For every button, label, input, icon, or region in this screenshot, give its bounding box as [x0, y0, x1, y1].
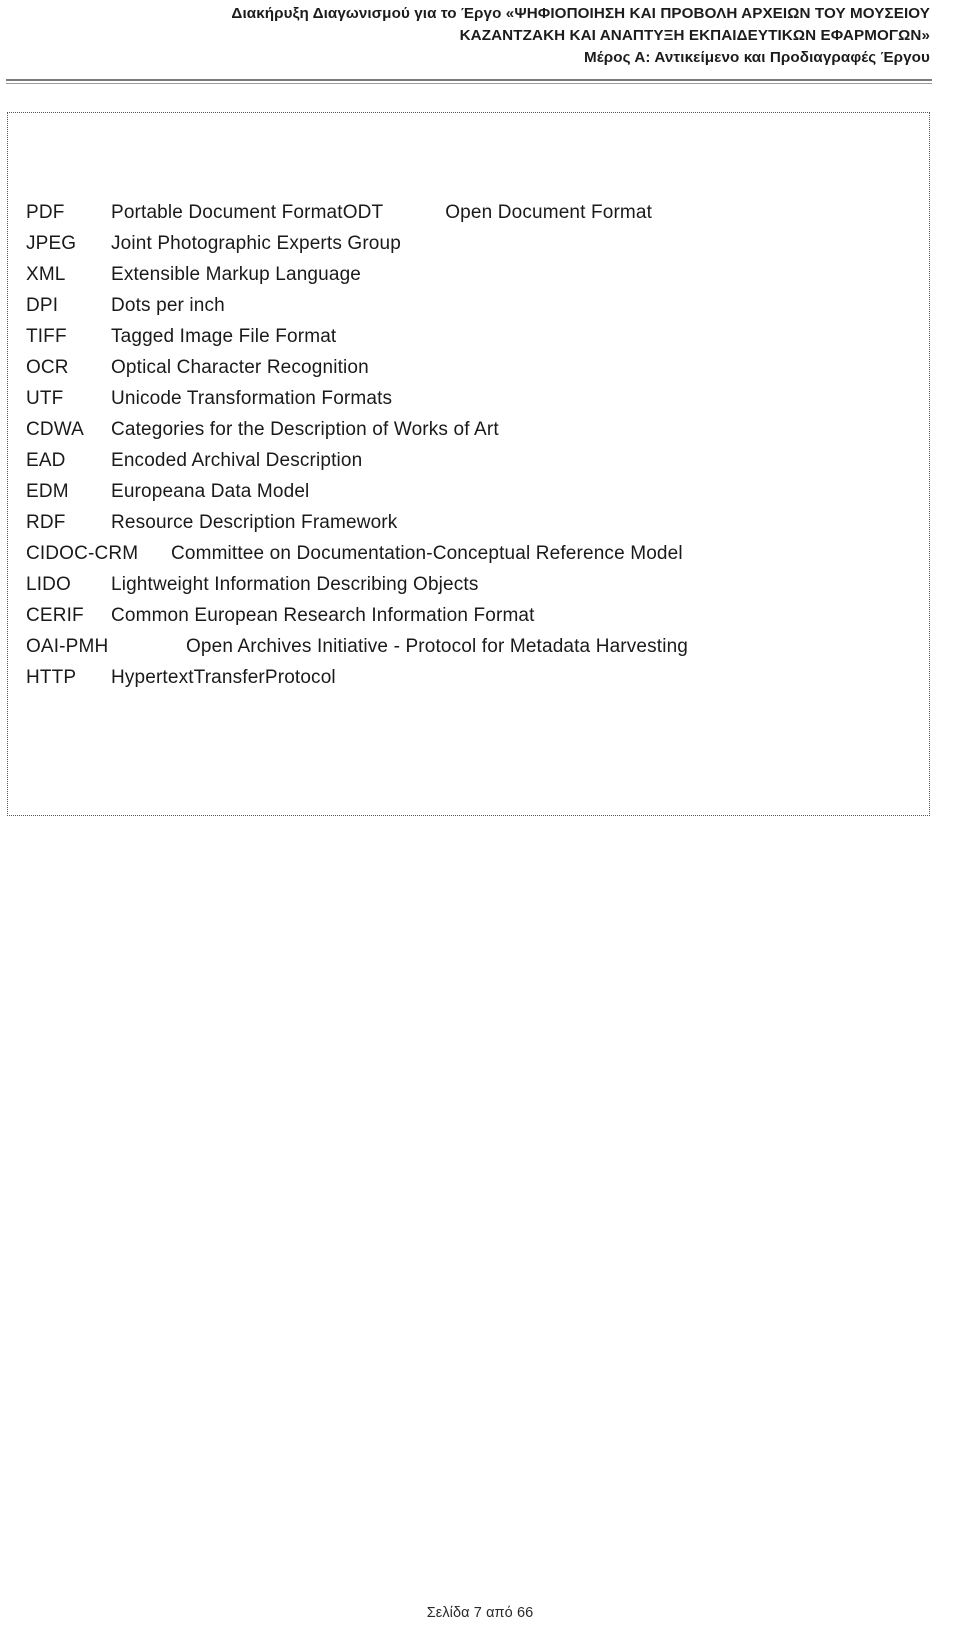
- abbreviation-expansion: HypertextTransferProtocol: [111, 667, 336, 688]
- abbreviation-expansion: Lightweight Information Describing Objec…: [111, 574, 479, 595]
- document-header: Διακήρυξη Διαγωνισμού για το Έργο «ΨΗΦΙΟ…: [0, 0, 960, 69]
- abbreviation-list: PDF Portable Document FormatODT Open Docum…: [26, 197, 916, 693]
- abbreviation-row: RDF Resource Description Framework: [26, 507, 916, 538]
- abbreviation-row: OCR Optical Character Recognition: [26, 352, 916, 383]
- abbreviation-row: PDF Portable Document FormatODT Open Docum…: [26, 197, 916, 228]
- abbreviation-expansion: Unicode Transformation Formats: [111, 388, 393, 409]
- page-number-label: Σελίδα 7 από 66: [426, 1605, 534, 1621]
- abbreviation-row: CERIF Common European Research Informatio…: [26, 600, 916, 631]
- abbreviation-expansion: Joint Photographic Experts Group: [111, 233, 401, 254]
- abbreviation-term: EAD: [26, 450, 66, 471]
- abbreviation-expansion: Tagged Image File Format: [111, 326, 337, 347]
- header-title-line-2: ΚΑΖΑΝΤΖΑΚΗ ΚΑΙ ΑΝΑΠΤΥΞΗ ΕΚΠΑΙΔΕΥΤΙΚΩΝ ΕΦ…: [459, 27, 930, 44]
- abbreviation-row: OAI-PMH Open Archives Initiative - Protoc…: [26, 631, 916, 662]
- abbreviation-expansion: Open Archives Initiative - Protocol for …: [186, 636, 689, 657]
- abbreviation-expansion: Common European Research Information For…: [111, 605, 535, 626]
- abbreviation-term: XML: [26, 264, 66, 285]
- header-title-line-1: Διακήρυξη Διαγωνισμού για το Έργο «ΨΗΦΙΟ…: [231, 5, 930, 22]
- content-frame: PDF Portable Document FormatODT Open Docum…: [7, 112, 930, 816]
- abbreviation-row: HTTP HypertextTransferProtocol: [26, 662, 916, 693]
- abbreviation-term: DPI: [26, 295, 59, 316]
- abbreviation-row: EAD Encoded Archival Description: [26, 445, 916, 476]
- abbreviation-row: CDWA Categories for the Description of Wo…: [26, 414, 916, 445]
- abbreviation-row: EDM Europeana Data Model: [26, 476, 916, 507]
- abbreviation-term: CIDOC-CRM: [26, 543, 139, 564]
- abbreviation-row: DPI Dots per inch: [26, 290, 916, 321]
- abbreviation-term: CDWA: [26, 419, 84, 440]
- abbreviation-term: OAI-PMH: [26, 636, 109, 657]
- abbreviation-expansion: Dots per inch: [111, 295, 225, 316]
- abbreviation-row: JPEG Joint Photographic Experts Group: [26, 228, 916, 259]
- header-divider-rule-secondary: [6, 83, 932, 84]
- abbreviation-term: UTF: [26, 388, 64, 409]
- abbreviation-row: UTF Unicode Transformation Formats: [26, 383, 916, 414]
- abbreviation-row: LIDO Lightweight Information Describing O…: [26, 569, 916, 600]
- abbreviation-expansion: Resource Description Framework: [111, 512, 398, 533]
- abbreviation-term: CERIF: [26, 605, 84, 626]
- abbreviation-expansion: Extensible Markup Language: [111, 264, 362, 285]
- abbreviation-expansion: Encoded Archival Description: [111, 450, 363, 471]
- abbreviation-expansion: Optical Character Recognition: [111, 357, 369, 378]
- abbreviation-expansion: Portable Document FormatODT: [111, 202, 384, 223]
- abbreviation-term: LIDO: [26, 574, 71, 595]
- header-subtitle-line-3: Μέρος Α: Αντικείμενο και Προδιαγραφές Έρ…: [584, 49, 930, 66]
- abbreviation-term: OCR: [26, 357, 69, 378]
- document-footer: Σελίδα 7 από 66: [0, 1604, 960, 1622]
- abbreviation-extra-expansion: Open Document Format: [445, 202, 653, 223]
- abbreviation-row: XML Extensible Markup Language: [26, 259, 916, 290]
- header-divider-rule: [6, 79, 932, 81]
- abbreviation-expansion: Committee on Documentation-Conceptual Re…: [171, 543, 683, 564]
- abbreviation-row: CIDOC-CRM Committee on Documentation-Conc…: [26, 538, 916, 569]
- abbreviation-term: RDF: [26, 512, 66, 533]
- abbreviation-term: HTTP: [26, 667, 77, 688]
- abbreviation-term: EDM: [26, 481, 69, 502]
- abbreviation-term: PDF: [26, 202, 65, 223]
- abbreviation-term: TIFF: [26, 326, 67, 347]
- abbreviation-expansion: Europeana Data Model: [111, 481, 310, 502]
- abbreviation-term: JPEG: [26, 233, 77, 254]
- abbreviation-expansion: Categories for the Description of Works …: [111, 419, 499, 440]
- abbreviation-row: TIFF Tagged Image File Format: [26, 321, 916, 352]
